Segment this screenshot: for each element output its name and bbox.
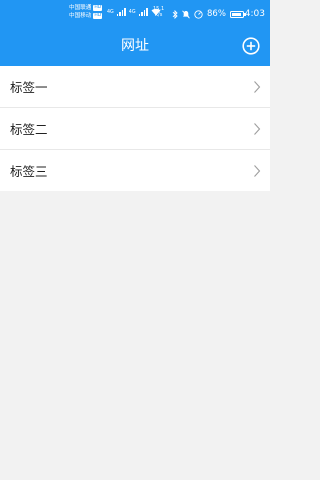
list-item-label: 标签二 bbox=[10, 122, 48, 137]
list-item[interactable]: 标签一 bbox=[0, 66, 270, 108]
carrier-info: 中国联通 HD 中国移动 HD bbox=[69, 4, 103, 20]
speedometer-icon bbox=[194, 9, 203, 19]
carrier-2-label: 中国移动 bbox=[69, 13, 92, 19]
speed-unit: K/s bbox=[154, 12, 163, 18]
bluetooth-icon bbox=[172, 9, 178, 19]
mute-bell-icon bbox=[182, 9, 190, 19]
clock: 4:03 bbox=[244, 9, 265, 19]
list-item[interactable]: 标签二 bbox=[0, 108, 270, 150]
page-title: 网址 bbox=[121, 38, 149, 54]
status-icons: 86% bbox=[172, 9, 246, 19]
list-item-label: 标签三 bbox=[10, 164, 48, 179]
network-type-label: 4G bbox=[128, 10, 136, 15]
hd-badge: HD bbox=[93, 5, 103, 11]
battery-icon bbox=[229, 10, 246, 18]
chevron-right-icon bbox=[254, 80, 261, 93]
signal-bars-icon bbox=[116, 8, 126, 16]
list-item[interactable]: 标签三 bbox=[0, 150, 270, 191]
chevron-right-icon bbox=[254, 164, 261, 177]
network-type-label: 4G bbox=[107, 10, 114, 15]
app-header: 网址 bbox=[0, 26, 270, 66]
plus-circle-icon bbox=[242, 37, 260, 55]
status-bar: 中国联通 HD 中国移动 HD 4G 4G 15.1 K/s 86% 4:03 bbox=[0, 0, 270, 26]
battery-percent: 86% bbox=[207, 9, 226, 19]
add-button[interactable] bbox=[242, 37, 260, 55]
signal-bars-icon bbox=[138, 8, 148, 16]
hd-badge: HD bbox=[93, 13, 103, 19]
carrier-1-label: 中国联通 bbox=[69, 5, 92, 11]
network-speed: 15.1 K/s bbox=[153, 6, 164, 18]
chevron-right-icon bbox=[254, 122, 261, 135]
list-item-label: 标签一 bbox=[10, 80, 48, 95]
tag-list: 标签一 标签二 标签三 bbox=[0, 66, 270, 191]
